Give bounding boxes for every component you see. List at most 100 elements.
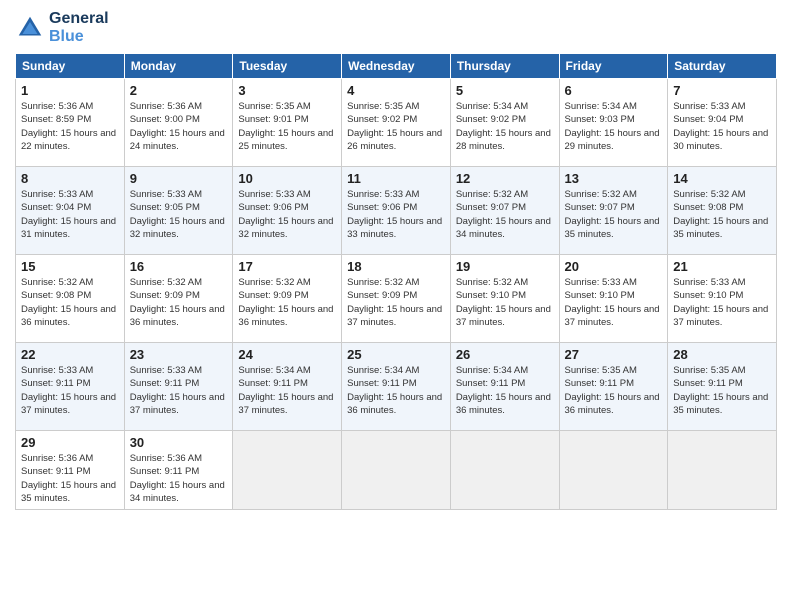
day-number: 16: [130, 259, 228, 274]
day-info: Sunrise: 5:32 AMSunset: 9:09 PMDaylight:…: [238, 276, 336, 329]
calendar-cell: 24Sunrise: 5:34 AMSunset: 9:11 PMDayligh…: [233, 343, 342, 431]
calendar-cell: 23 Sunrise: 5:33 AMSunset: 9:11 PMDayligh…: [124, 343, 233, 431]
day-info: Sunrise: 5:34 AMSunset: 9:11 PMDaylight:…: [347, 364, 445, 417]
col-header-wednesday: Wednesday: [342, 54, 451, 79]
day-info: Sunrise: 5:36 AMSunset: 8:59 PMDaylight:…: [21, 100, 119, 153]
calendar-cell: 10 Sunrise: 5:33 AMSunset: 9:06 PMDayligh…: [233, 167, 342, 255]
calendar-cell: 3 Sunrise: 5:35 AMSunset: 9:01 PMDaylight…: [233, 79, 342, 167]
calendar-cell: 26Sunrise: 5:34 AMSunset: 9:11 PMDayligh…: [450, 343, 559, 431]
calendar-cell: 8 Sunrise: 5:33 AMSunset: 9:04 PMDaylight…: [16, 167, 125, 255]
day-info: Sunrise: 5:33 AMSunset: 9:06 PMDaylight:…: [347, 188, 445, 241]
day-info: Sunrise: 5:35 AMSunset: 9:02 PMDaylight:…: [347, 100, 445, 153]
week-row-5: 29 Sunrise: 5:36 AMSunset: 9:11 PMDayligh…: [16, 431, 777, 510]
day-info: Sunrise: 5:36 AMSunset: 9:11 PMDaylight:…: [130, 452, 228, 505]
day-info: Sunrise: 5:36 AMSunset: 9:11 PMDaylight:…: [21, 452, 119, 505]
calendar-cell: 30 Sunrise: 5:36 AMSunset: 9:11 PMDayligh…: [124, 431, 233, 510]
week-row-1: 1 Sunrise: 5:36 AMSunset: 8:59 PMDaylight…: [16, 79, 777, 167]
calendar-cell: [342, 431, 451, 510]
calendar-cell: 28 Sunrise: 5:35 AMSunset: 9:11 PMDayligh…: [668, 343, 777, 431]
day-info: Sunrise: 5:32 AMSunset: 9:10 PMDaylight:…: [456, 276, 554, 329]
page: General Blue SundayMondayTuesdayWednesda…: [0, 0, 792, 612]
day-number: 2: [130, 83, 228, 98]
day-info: Sunrise: 5:33 AMSunset: 9:11 PMDaylight:…: [130, 364, 228, 417]
day-info: Sunrise: 5:33 AMSunset: 9:04 PMDaylight:…: [21, 188, 119, 241]
calendar-cell: 20Sunrise: 5:33 AMSunset: 9:10 PMDayligh…: [559, 255, 668, 343]
calendar-cell: 2 Sunrise: 5:36 AMSunset: 9:00 PMDaylight…: [124, 79, 233, 167]
calendar-cell: 29 Sunrise: 5:36 AMSunset: 9:11 PMDayligh…: [16, 431, 125, 510]
header-row: SundayMondayTuesdayWednesdayThursdayFrid…: [16, 54, 777, 79]
day-info: Sunrise: 5:36 AMSunset: 9:00 PMDaylight:…: [130, 100, 228, 153]
calendar-cell: 27Sunrise: 5:35 AMSunset: 9:11 PMDayligh…: [559, 343, 668, 431]
day-number: 6: [565, 83, 663, 98]
day-number: 9: [130, 171, 228, 186]
col-header-saturday: Saturday: [668, 54, 777, 79]
calendar-cell: 21 Sunrise: 5:33 AMSunset: 9:10 PMDayligh…: [668, 255, 777, 343]
day-number: 8: [21, 171, 119, 186]
calendar-cell: 17Sunrise: 5:32 AMSunset: 9:09 PMDayligh…: [233, 255, 342, 343]
day-number: 28: [673, 347, 771, 362]
day-info: Sunrise: 5:33 AMSunset: 9:05 PMDaylight:…: [130, 188, 228, 241]
calendar-cell: 5 Sunrise: 5:34 AMSunset: 9:02 PMDaylight…: [450, 79, 559, 167]
calendar-cell: [668, 431, 777, 510]
day-number: 30: [130, 435, 228, 450]
day-number: 14: [673, 171, 771, 186]
week-row-2: 8 Sunrise: 5:33 AMSunset: 9:04 PMDaylight…: [16, 167, 777, 255]
day-info: Sunrise: 5:32 AMSunset: 9:07 PMDaylight:…: [565, 188, 663, 241]
col-header-thursday: Thursday: [450, 54, 559, 79]
calendar-cell: 15 Sunrise: 5:32 AMSunset: 9:08 PMDayligh…: [16, 255, 125, 343]
day-info: Sunrise: 5:35 AMSunset: 9:11 PMDaylight:…: [673, 364, 771, 417]
day-number: 1: [21, 83, 119, 98]
calendar-cell: 1 Sunrise: 5:36 AMSunset: 8:59 PMDaylight…: [16, 79, 125, 167]
calendar-cell: 19 Sunrise: 5:32 AMSunset: 9:10 PMDayligh…: [450, 255, 559, 343]
day-number: 25: [347, 347, 445, 362]
calendar-table: SundayMondayTuesdayWednesdayThursdayFrid…: [15, 53, 777, 510]
header: General Blue: [15, 10, 777, 45]
calendar-cell: 25 Sunrise: 5:34 AMSunset: 9:11 PMDayligh…: [342, 343, 451, 431]
day-number: 13: [565, 171, 663, 186]
day-info: Sunrise: 5:33 AMSunset: 9:11 PMDaylight:…: [21, 364, 119, 417]
day-number: 12: [456, 171, 554, 186]
day-number: 10: [238, 171, 336, 186]
col-header-tuesday: Tuesday: [233, 54, 342, 79]
day-info: Sunrise: 5:35 AMSunset: 9:11 PMDaylight:…: [565, 364, 663, 417]
day-info: Sunrise: 5:33 AMSunset: 9:04 PMDaylight:…: [673, 100, 771, 153]
calendar-cell: [450, 431, 559, 510]
calendar-cell: 6 Sunrise: 5:34 AMSunset: 9:03 PMDaylight…: [559, 79, 668, 167]
day-info: Sunrise: 5:33 AMSunset: 9:06 PMDaylight:…: [238, 188, 336, 241]
calendar-cell: 7Sunrise: 5:33 AMSunset: 9:04 PMDaylight…: [668, 79, 777, 167]
day-number: 22: [21, 347, 119, 362]
day-number: 4: [347, 83, 445, 98]
day-info: Sunrise: 5:32 AMSunset: 9:09 PMDaylight:…: [130, 276, 228, 329]
calendar-cell: 18 Sunrise: 5:32 AMSunset: 9:09 PMDayligh…: [342, 255, 451, 343]
day-info: Sunrise: 5:32 AMSunset: 9:07 PMDaylight:…: [456, 188, 554, 241]
day-number: 19: [456, 259, 554, 274]
day-number: 26: [456, 347, 554, 362]
col-header-sunday: Sunday: [16, 54, 125, 79]
calendar-cell: 16 Sunrise: 5:32 AMSunset: 9:09 PMDayligh…: [124, 255, 233, 343]
day-number: 11: [347, 171, 445, 186]
day-info: Sunrise: 5:32 AMSunset: 9:08 PMDaylight:…: [21, 276, 119, 329]
logo-text: General Blue: [49, 10, 109, 45]
day-number: 21: [673, 259, 771, 274]
day-number: 29: [21, 435, 119, 450]
week-row-4: 22 Sunrise: 5:33 AMSunset: 9:11 PMDayligh…: [16, 343, 777, 431]
day-number: 20: [565, 259, 663, 274]
calendar-cell: 14 Sunrise: 5:32 AMSunset: 9:08 PMDayligh…: [668, 167, 777, 255]
day-info: Sunrise: 5:34 AMSunset: 9:02 PMDaylight:…: [456, 100, 554, 153]
calendar-cell: [559, 431, 668, 510]
day-info: Sunrise: 5:33 AMSunset: 9:10 PMDaylight:…: [673, 276, 771, 329]
day-info: Sunrise: 5:32 AMSunset: 9:08 PMDaylight:…: [673, 188, 771, 241]
day-number: 23: [130, 347, 228, 362]
day-number: 5: [456, 83, 554, 98]
day-info: Sunrise: 5:32 AMSunset: 9:09 PMDaylight:…: [347, 276, 445, 329]
day-number: 15: [21, 259, 119, 274]
day-info: Sunrise: 5:34 AMSunset: 9:03 PMDaylight:…: [565, 100, 663, 153]
calendar-cell: 11 Sunrise: 5:33 AMSunset: 9:06 PMDayligh…: [342, 167, 451, 255]
day-info: Sunrise: 5:35 AMSunset: 9:01 PMDaylight:…: [238, 100, 336, 153]
logo: General Blue: [15, 10, 109, 45]
calendar-cell: 9 Sunrise: 5:33 AMSunset: 9:05 PMDaylight…: [124, 167, 233, 255]
logo-icon: [15, 13, 45, 43]
calendar-cell: 13 Sunrise: 5:32 AMSunset: 9:07 PMDayligh…: [559, 167, 668, 255]
day-number: 18: [347, 259, 445, 274]
day-number: 3: [238, 83, 336, 98]
